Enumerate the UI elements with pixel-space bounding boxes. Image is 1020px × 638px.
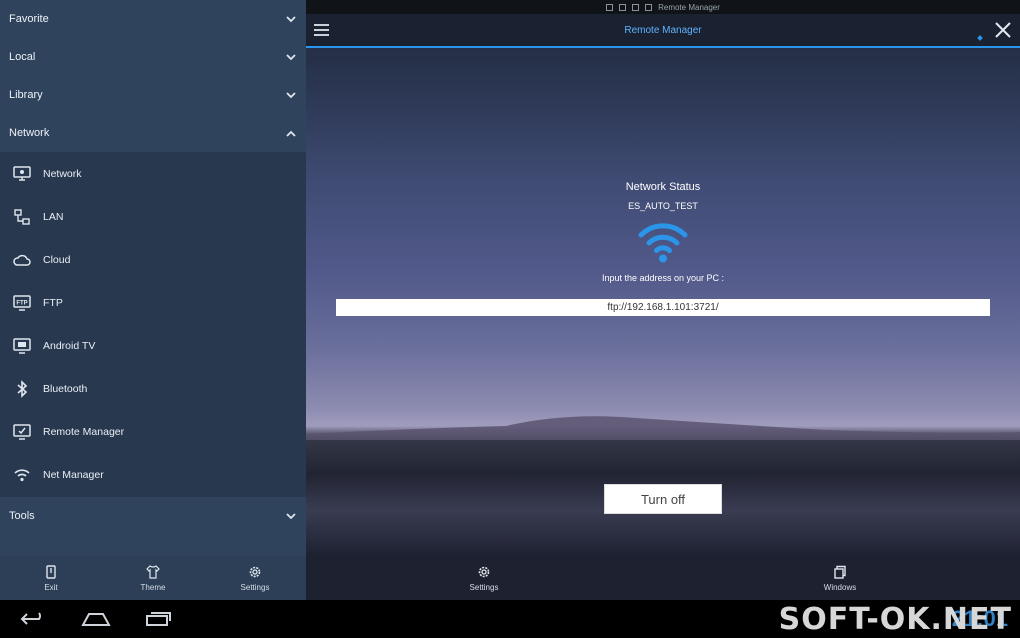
sidebar-item-network[interactable]: Network xyxy=(0,152,306,195)
gear-icon xyxy=(247,564,263,580)
turn-off-button[interactable]: Turn off xyxy=(604,484,722,514)
back-button[interactable] xyxy=(16,608,52,630)
title-bar: Remote Manager xyxy=(306,14,1020,48)
ssid-label: ES_AUTO_TEST xyxy=(628,201,698,211)
lan-icon xyxy=(11,206,33,228)
recents-icon xyxy=(146,612,171,626)
accent-dot xyxy=(977,35,983,41)
sidebar-item-bluetooth[interactable]: Bluetooth xyxy=(0,367,306,410)
section-library[interactable]: Library xyxy=(0,76,306,114)
chevron-down-icon xyxy=(284,88,298,102)
section-favorite-label: Favorite xyxy=(9,13,49,25)
sidebar-item-cloud[interactable]: Cloud xyxy=(0,238,306,281)
sidebar-toolbar: Exit Theme Settings xyxy=(0,556,306,600)
windows-label: Windows xyxy=(823,583,857,592)
sidebar-item-remote-manager[interactable]: Remote Manager xyxy=(0,410,306,453)
shirt-icon xyxy=(145,564,161,580)
exit-button[interactable]: Exit xyxy=(0,556,102,600)
sidebar-item-android-tv[interactable]: Android TV xyxy=(0,324,306,367)
settings-label: Settings xyxy=(240,583,270,592)
notification-icon xyxy=(645,3,653,11)
ftp-address-field[interactable]: ftp://192.168.1.101:3721/ xyxy=(336,299,990,316)
sidebar-settings-button[interactable]: Settings xyxy=(204,556,306,600)
tv-icon xyxy=(11,335,33,357)
ftp-icon: FTP xyxy=(11,292,33,314)
chevron-down-icon xyxy=(284,12,298,26)
chevron-down-icon xyxy=(284,509,298,523)
home-icon xyxy=(81,613,111,626)
main-toolbar: Settings Windows xyxy=(306,556,1020,600)
sidebar-item-label: Android TV xyxy=(43,339,96,352)
page-title: Remote Manager xyxy=(624,24,702,36)
exit-icon xyxy=(43,564,59,580)
status-bar: Remote Manager xyxy=(306,0,1020,14)
windows-icon xyxy=(832,564,848,580)
sidebar-item-lan[interactable]: LAN xyxy=(0,195,306,238)
section-local[interactable]: Local xyxy=(0,38,306,76)
mountain-silhouette xyxy=(306,416,1020,440)
section-library-label: Library xyxy=(9,89,43,101)
cloud-icon xyxy=(11,249,33,271)
main-settings-button[interactable]: Settings xyxy=(444,556,524,600)
theme-button[interactable]: Theme xyxy=(102,556,204,600)
sidebar-item-label: FTP xyxy=(43,296,63,309)
address-hint: Input the address on your PC : xyxy=(601,273,725,283)
sidebar-item-label: LAN xyxy=(43,210,64,223)
sidebar-item-label: Net Manager xyxy=(43,468,104,481)
sidebar-item-label: Network xyxy=(43,167,82,180)
remote-manager-icon xyxy=(11,421,33,443)
chevron-up-icon xyxy=(284,126,298,140)
windows-button[interactable]: Windows xyxy=(800,556,880,600)
theme-label: Theme xyxy=(140,583,166,592)
back-arrow-icon xyxy=(20,612,41,625)
exit-label: Exit xyxy=(44,583,58,592)
home-icon xyxy=(606,3,614,11)
sidebar-item-net-manager[interactable]: Net Manager xyxy=(0,453,306,496)
section-favorite[interactable]: Favorite xyxy=(0,0,306,38)
recents-button[interactable] xyxy=(140,608,176,630)
network-list: Network LAN Cloud FTP FTP Android TV Blu… xyxy=(0,152,306,497)
network-status-label: Network Status xyxy=(625,181,701,193)
wifi-icon xyxy=(638,223,688,263)
svg-text:FTP: FTP xyxy=(16,300,27,306)
wifi-icon xyxy=(11,464,33,486)
chevron-down-icon xyxy=(284,50,298,64)
home-button[interactable] xyxy=(78,608,114,630)
section-local-label: Local xyxy=(9,51,36,63)
main-settings-label: Settings xyxy=(469,583,499,592)
sidebar-item-ftp[interactable]: FTP FTP xyxy=(0,281,306,324)
back-icon xyxy=(632,3,640,11)
window-icon xyxy=(619,3,627,11)
sidebar-item-label: Cloud xyxy=(43,253,71,266)
status-bar-title: Remote Manager xyxy=(658,2,720,12)
section-network-label: Network xyxy=(9,127,50,139)
section-tools-label: Tools xyxy=(9,510,35,522)
main-panel: Remote Manager Remote Manager Network St… xyxy=(306,0,1020,600)
section-network[interactable]: Network xyxy=(0,114,306,152)
sidebar-item-label: Remote Manager xyxy=(43,425,125,438)
section-tools[interactable]: Tools xyxy=(0,497,306,535)
bluetooth-icon xyxy=(11,378,33,400)
sidebar-item-label: Bluetooth xyxy=(43,382,88,395)
close-icon[interactable] xyxy=(994,21,1012,39)
monitor-network-icon xyxy=(11,163,33,185)
system-nav-bar: 21:01 SOFT-OK.NET xyxy=(0,600,1020,638)
watermark: SOFT-OK.NET xyxy=(778,602,1012,637)
sidebar: Favorite Local Library Network Network L… xyxy=(0,0,306,600)
gear-icon xyxy=(476,564,492,580)
